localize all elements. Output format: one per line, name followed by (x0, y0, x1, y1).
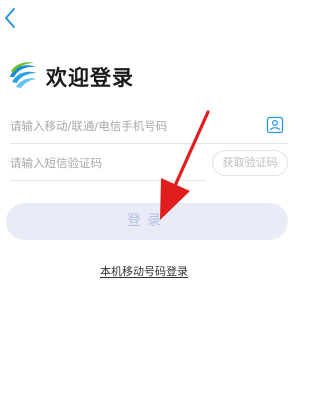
local-number-login-link[interactable]: 本机移动号码登录 (0, 263, 288, 279)
get-code-button[interactable]: 获取验证码 (212, 150, 288, 176)
contact-book-icon[interactable] (266, 116, 284, 134)
china-mobile-logo-icon (10, 62, 37, 88)
page-title: 欢迎登录 (46, 66, 134, 90)
sms-code-placeholder: 请输入短信验证码 (10, 156, 102, 170)
annotation-arrow-icon (160, 110, 210, 220)
chevron-left-icon[interactable] (2, 6, 22, 30)
phone-divider (10, 143, 288, 144)
phone-placeholder: 请输入移动/联通/电信手机号码 (10, 119, 168, 133)
login-button[interactable]: 登录 (6, 203, 288, 240)
